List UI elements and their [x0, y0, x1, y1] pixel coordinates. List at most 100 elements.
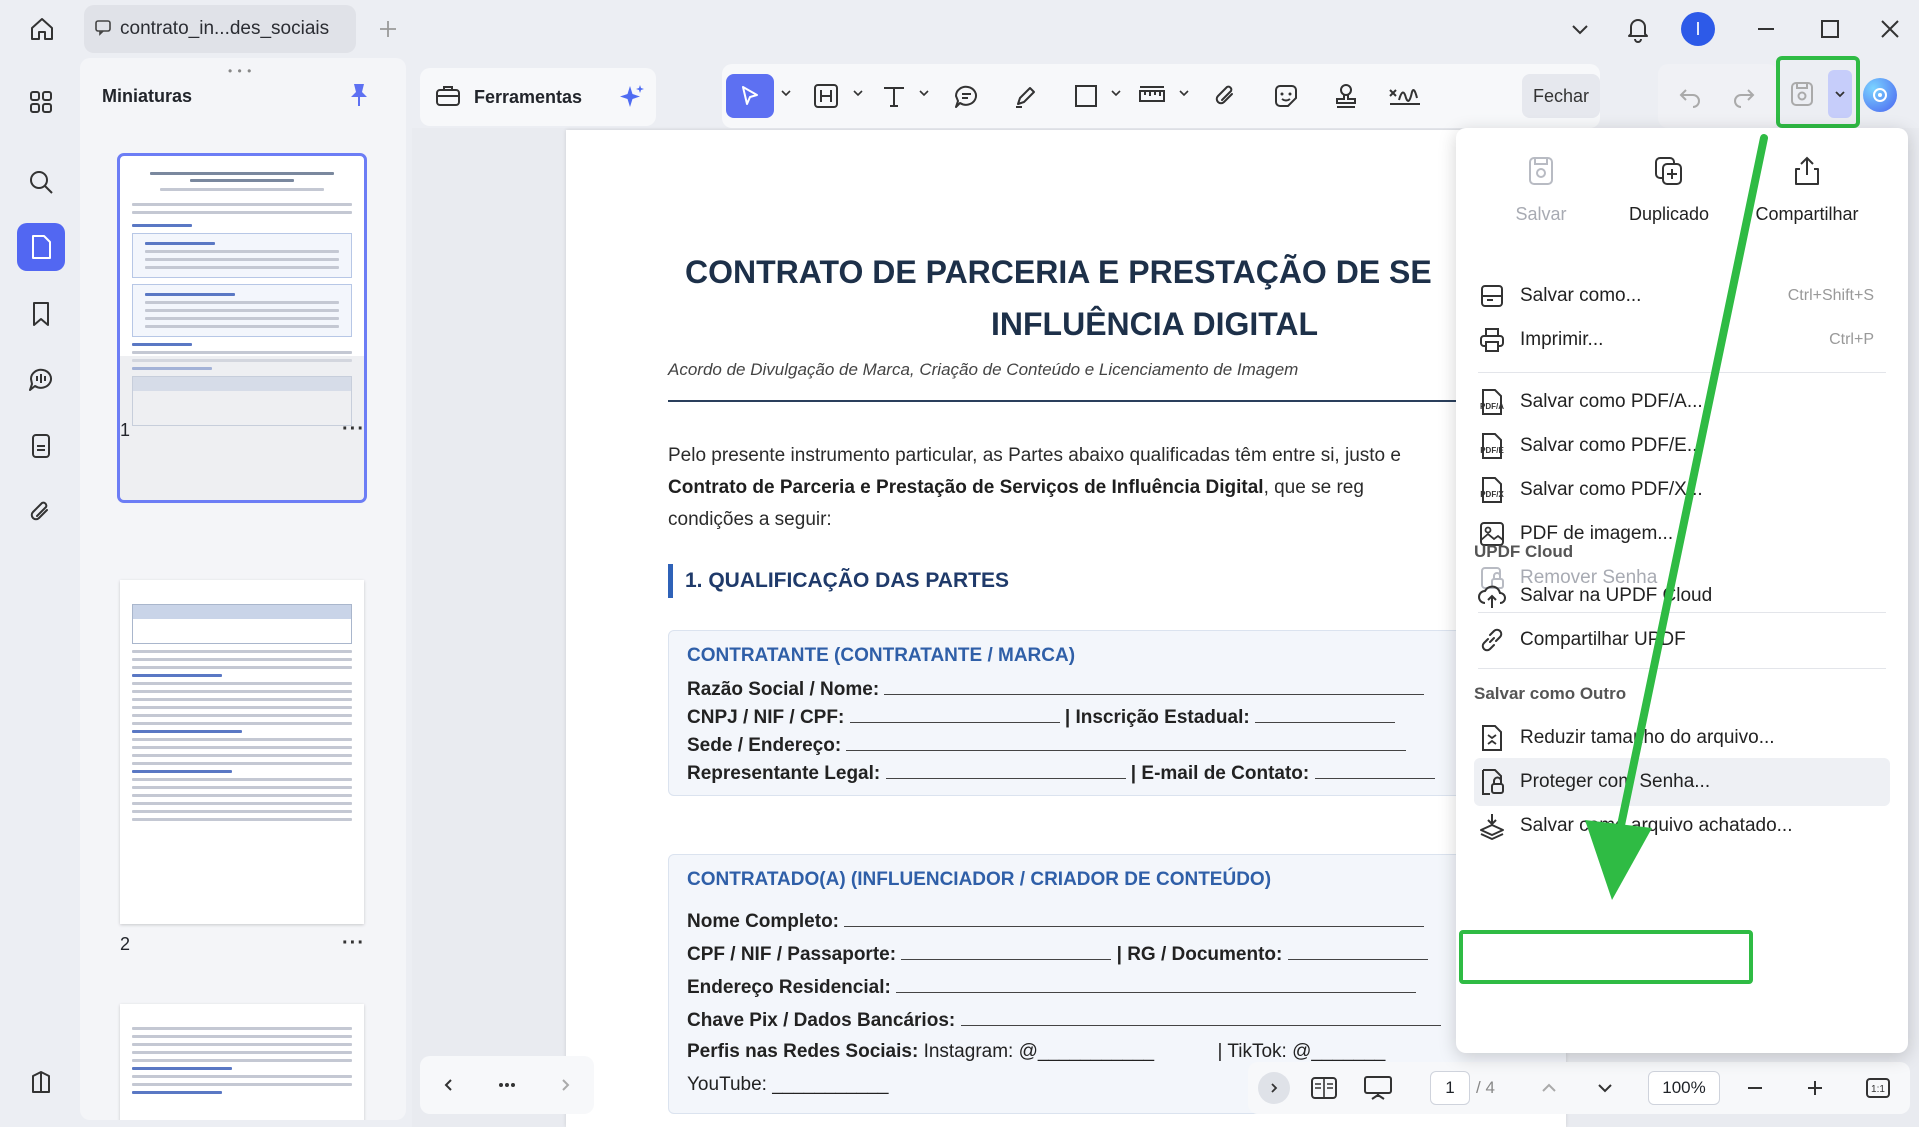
menu-item-save-cloud[interactable]: Salvar na UPDF Cloud — [1474, 572, 1890, 620]
page-layout-icon[interactable] — [1304, 1068, 1344, 1108]
bookmark-icon[interactable] — [17, 290, 65, 338]
new-tab-plus-icon[interactable] — [373, 12, 403, 46]
avatar[interactable]: I — [1681, 12, 1715, 46]
panel-grip[interactable]: • • • — [228, 64, 252, 78]
redo-icon[interactable] — [1724, 74, 1764, 118]
thumbnail-page-3[interactable] — [120, 1004, 364, 1120]
bell-icon[interactable] — [1618, 10, 1658, 48]
maximize-icon[interactable] — [1810, 10, 1850, 48]
thumbnail-page-1[interactable] — [117, 153, 367, 503]
contratado-heading: CONTRATADO(A) (INFLUENCIADOR / CRIADOR D… — [687, 869, 1272, 890]
close-icon[interactable] — [1870, 10, 1910, 48]
measure-tool-icon[interactable] — [1130, 74, 1174, 118]
svg-text:1:1: 1:1 — [1871, 1084, 1885, 1095]
thumbnail-more-button[interactable]: ··· — [342, 418, 365, 441]
contratante-heading: CONTRATANTE (CONTRATANTE / MARCA) — [687, 645, 1076, 666]
menu-item-save-pdfe[interactable]: PDF/E Salvar como PDF/E... — [1474, 422, 1890, 470]
search-icon[interactable] — [17, 158, 65, 206]
para-line-1: Pelo presente instrumento particular, as… — [668, 445, 1401, 466]
collapse-arrow-icon[interactable] — [1258, 1072, 1290, 1104]
comments-icon[interactable] — [17, 356, 65, 404]
menu-label: Salvar como PDF/X... — [1520, 479, 1703, 500]
grid-icon[interactable] — [17, 78, 65, 126]
divider — [668, 400, 1528, 402]
ai-assistant-icon[interactable] — [1863, 78, 1897, 112]
thumbnail-page-2[interactable] — [120, 580, 364, 924]
menu-item-protect-password[interactable]: Proteger com Senha... — [1474, 758, 1890, 806]
menu-label: Imprimir... — [1520, 329, 1604, 350]
chevron-up-icon[interactable] — [1532, 1068, 1566, 1108]
home-icon[interactable] — [22, 12, 62, 46]
rectangle-tool-icon[interactable] — [1064, 74, 1108, 118]
duplicate-button[interactable]: Duplicado — [1604, 150, 1734, 225]
thumbnails-icon[interactable] — [17, 223, 65, 271]
menu-item-save-pdfx[interactable]: PDF/X Salvar como PDF/X... — [1474, 466, 1890, 514]
chevron-down-icon[interactable] — [1560, 10, 1600, 48]
cloud-group-heading: UPDF Cloud — [1474, 542, 1574, 561]
highlighter-icon[interactable] — [1004, 74, 1048, 118]
quick-save-button[interactable]: Salvar — [1476, 150, 1606, 225]
menu-item-save-pdfa[interactable]: PDF/A Salvar como PDF/A... — [1474, 378, 1890, 426]
field-label: | Inscrição Estadual: — [1064, 707, 1250, 728]
share-button[interactable]: Compartilhar — [1742, 150, 1872, 225]
text-tool-icon[interactable] — [872, 74, 916, 118]
lock-icon — [1474, 764, 1510, 800]
section-heading: 1. QUALIFICAÇÃO DAS PARTES — [668, 564, 1009, 598]
document-tab[interactable]: contrato_in...des_sociais — [84, 5, 356, 53]
chevron-down-icon[interactable] — [1178, 86, 1190, 104]
attachment-icon[interactable] — [17, 488, 65, 536]
menu-item-reduce-size[interactable]: Reduzir tamanho do arquivo... — [1474, 714, 1890, 762]
sticker-icon[interactable] — [1264, 74, 1308, 118]
field-cpf: CPF / NIF / Passaporte: | RG / Documento… — [687, 942, 1428, 966]
undo-icon[interactable] — [1670, 74, 1710, 118]
chevron-down-icon[interactable] — [780, 86, 792, 104]
menu-label: Proteger com Senha... — [1520, 771, 1711, 792]
chevron-down-icon[interactable] — [1588, 1068, 1622, 1108]
heading-tool-icon[interactable] — [804, 74, 848, 118]
thumbnails-panel: • • • Miniaturas 1 ··· 2 ··· — [80, 58, 406, 1120]
ai-sparkle-icon[interactable] — [616, 82, 648, 119]
chevron-left-icon[interactable] — [434, 1064, 464, 1106]
actual-size-icon[interactable]: 1:1 — [1858, 1068, 1898, 1108]
chevron-down-icon[interactable] — [918, 86, 930, 104]
chevron-down-icon[interactable] — [852, 86, 864, 104]
signature-icon[interactable] — [1380, 74, 1430, 118]
document-icon[interactable] — [17, 422, 65, 470]
attach-tool-icon[interactable] — [1204, 74, 1248, 118]
tools-button[interactable]: Ferramentas — [420, 68, 656, 126]
menu-label: Salvar como arquivo achatado... — [1520, 815, 1793, 836]
title-line-1: CONTRATO DE PARCERIA E PRESTAÇÃO DE SE — [685, 254, 1432, 290]
presentation-icon[interactable] — [1358, 1068, 1398, 1108]
chevron-right-icon[interactable] — [550, 1064, 580, 1106]
save-icon[interactable] — [1786, 74, 1818, 114]
thumbnail-more-button[interactable]: ··· — [342, 932, 365, 955]
chevron-down-icon[interactable] — [1110, 86, 1122, 104]
close-edit-button[interactable]: Fechar — [1522, 74, 1600, 118]
select-tool-button[interactable] — [726, 74, 774, 118]
stamp-icon[interactable] — [1324, 74, 1368, 118]
link-icon — [1474, 622, 1510, 658]
save-options-chevron[interactable] — [1828, 70, 1852, 118]
para-line-3: condições a seguir: — [668, 509, 832, 530]
zoom-level[interactable]: 100% — [1648, 1071, 1720, 1105]
minimize-icon[interactable] — [1746, 10, 1786, 48]
menu-item-print[interactable]: Imprimir... Ctrl+P — [1474, 316, 1890, 364]
menu-item-flatten[interactable]: Salvar como arquivo achatado... — [1474, 802, 1890, 850]
page-number-input[interactable]: 1 — [1430, 1071, 1470, 1105]
field-label: | RG / Documento: — [1116, 944, 1283, 965]
page-nav-chip — [420, 1056, 594, 1114]
comment-tool-icon[interactable] — [944, 74, 988, 118]
zoom-in-icon[interactable] — [1798, 1068, 1832, 1108]
menu-item-save-as[interactable]: Salvar como... Ctrl+Shift+S — [1474, 272, 1890, 320]
menu-label: Compartilhar UPDF — [1520, 629, 1686, 650]
separator — [1478, 372, 1886, 373]
field-label: Endereço Residencial: — [687, 977, 891, 998]
field-label: Representante Legal: — [687, 763, 881, 784]
theme-icon[interactable] — [17, 1058, 65, 1106]
cloud-upload-icon — [1474, 578, 1510, 614]
pin-icon[interactable] — [344, 80, 374, 110]
more-icon[interactable] — [492, 1064, 522, 1106]
menu-item-share-updf[interactable]: Compartilhar UPDF — [1474, 616, 1890, 664]
share-icon — [1742, 150, 1872, 192]
zoom-out-icon[interactable] — [1738, 1068, 1772, 1108]
